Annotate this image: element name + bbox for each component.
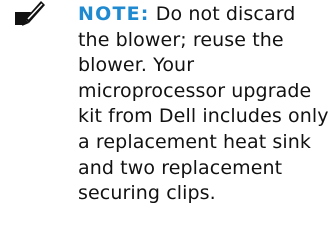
note-text: NOTE: Do not discard the blower; reuse t… bbox=[78, 2, 329, 207]
note-line-8: securing clips. bbox=[78, 182, 216, 205]
note-line-5: kit from Dell includes only bbox=[78, 105, 329, 128]
note-label: NOTE: bbox=[78, 3, 150, 25]
note-line-1-text: Do not discard bbox=[149, 3, 296, 25]
note-line-2: the blower; reuse the bbox=[78, 28, 284, 51]
pencil-note-icon bbox=[14, 0, 46, 30]
note-line-3: blower. Your bbox=[78, 54, 195, 77]
note-line-7: and two replacement bbox=[78, 156, 283, 179]
note-line-1: NOTE: Do not discard bbox=[78, 2, 324, 28]
note-block: NOTE: Do not discard the blower; reuse t… bbox=[0, 0, 332, 242]
note-line-4: microprocessor upgrade bbox=[78, 79, 312, 102]
note-line-6: a replacement heat sink bbox=[78, 130, 311, 153]
